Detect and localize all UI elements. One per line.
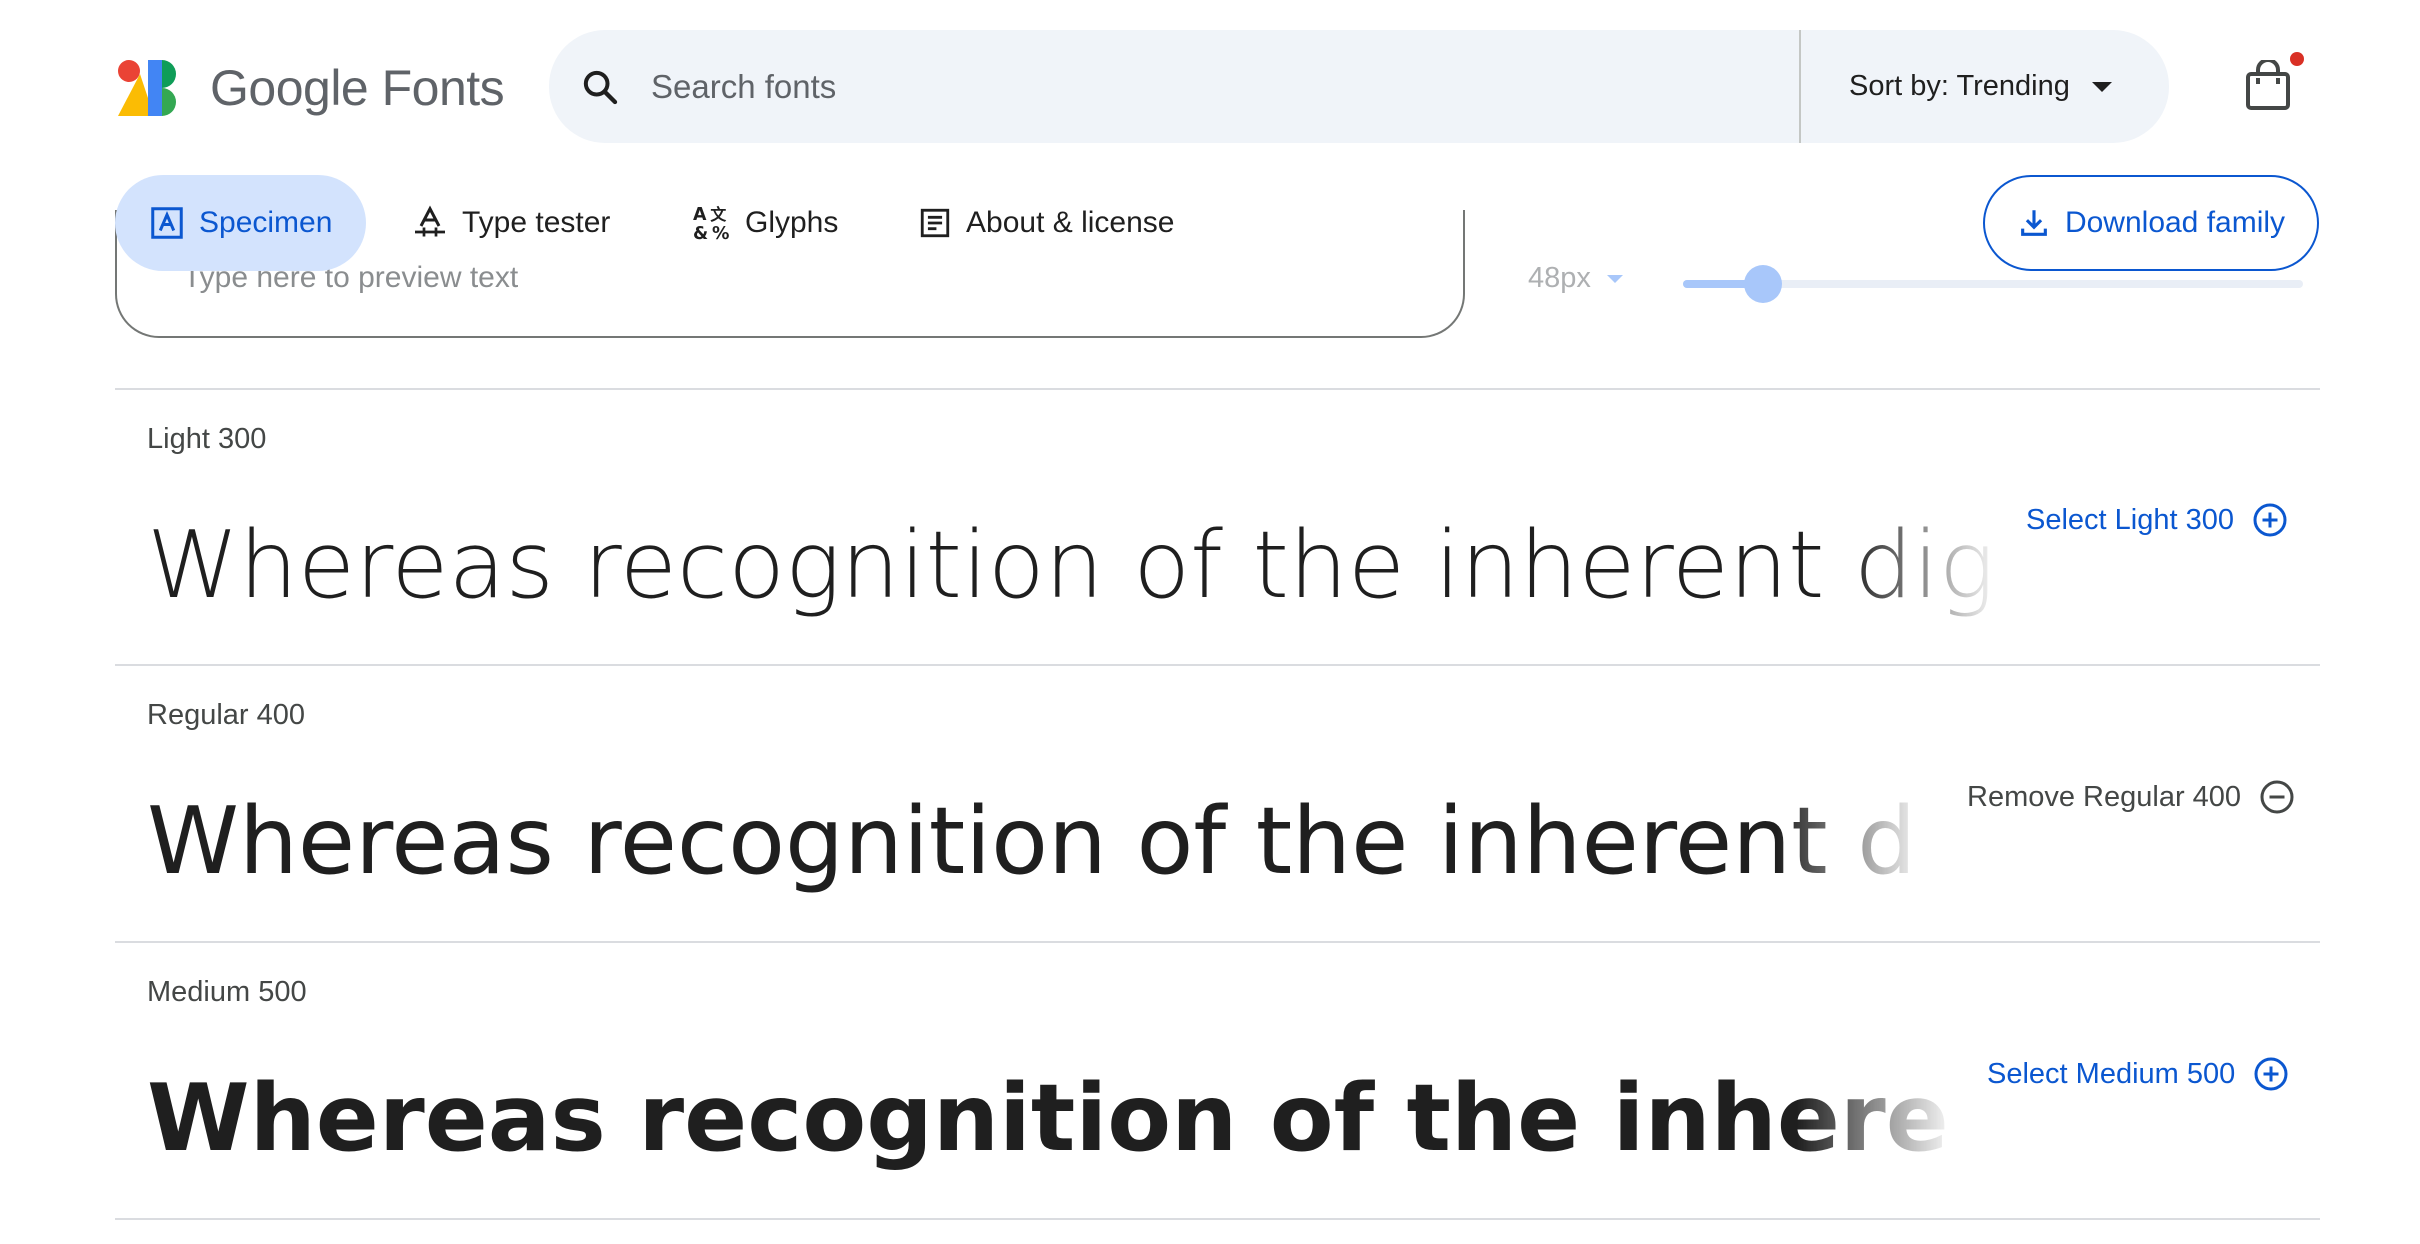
- tab-label: Type tester: [462, 206, 611, 239]
- style-label: Medium 500: [147, 976, 307, 1008]
- font-size-value: 48px: [1528, 262, 1591, 294]
- about-icon: [920, 208, 950, 238]
- action-label: Select Medium 500: [1987, 1057, 2236, 1090]
- sort-dropdown[interactable]: Sort by: Trending: [1849, 30, 2112, 143]
- search-input[interactable]: [649, 66, 1803, 107]
- tab-about-license[interactable]: About & license: [918, 175, 1174, 271]
- select-style-button[interactable]: Select Light 300: [2026, 502, 2288, 538]
- glyphs-icon: A 文&%: [693, 205, 729, 242]
- row-divider: [115, 664, 2320, 666]
- select-style-button[interactable]: Select Medium 500: [1987, 1056, 2289, 1092]
- tab-glyphs[interactable]: A 文 &% Glyphs: [693, 175, 838, 271]
- font-size-slider-thumb[interactable]: [1744, 265, 1782, 303]
- sort-label: Sort by: Trending: [1849, 70, 2070, 102]
- type-tester-icon: [415, 205, 445, 237]
- cart-notification-badge: [2290, 52, 2304, 66]
- download-family-button[interactable]: Download family: [1983, 175, 2319, 271]
- svg-text:A: A: [693, 205, 707, 225]
- search-divider: [1799, 30, 1801, 143]
- style-sample: Whereas recognition of the inherent dig: [147, 500, 2002, 630]
- tab-specimen[interactable]: Specimen: [115, 175, 367, 271]
- download-icon: [2021, 210, 2047, 236]
- add-circle-icon: [2253, 503, 2287, 537]
- caret-down-icon: [1606, 274, 1623, 283]
- action-label: Remove Regular 400: [1967, 780, 2242, 813]
- shopping-bag-icon[interactable]: [2244, 60, 2292, 110]
- row-divider: [115, 388, 2320, 390]
- search-icon[interactable]: [577, 64, 623, 110]
- style-label: Light 300: [147, 423, 267, 455]
- tab-label: Glyphs: [745, 206, 839, 239]
- sample-text: Whereas recognition of the inherent dig: [147, 511, 1995, 619]
- search-bar: Sort by: Trending: [549, 30, 2169, 143]
- caret-down-icon: [2091, 81, 2112, 92]
- svg-text:&: &: [693, 224, 708, 242]
- style-sample: Whereas recognition of the inherent d: [147, 776, 1927, 906]
- row-divider: [115, 1218, 2320, 1220]
- download-label: Download family: [2064, 206, 2286, 239]
- sample-text: Whereas recognition of the inherent di: [147, 1064, 1957, 1172]
- svg-text:文: 文: [710, 205, 726, 224]
- remove-style-button[interactable]: Remove Regular 400: [1967, 779, 2295, 815]
- remove-circle-icon: [2260, 780, 2294, 814]
- svg-text:%: %: [712, 224, 729, 242]
- font-size-select[interactable]: 48px: [1528, 262, 1623, 295]
- style-sample: Whereas recognition of the inherent di: [147, 1053, 1957, 1183]
- action-label: Select Light 300: [2026, 503, 2234, 536]
- tab-label: Specimen: [199, 206, 333, 239]
- tab-type-tester[interactable]: Type tester: [412, 175, 610, 271]
- google-fonts-logo-icon[interactable]: [118, 60, 184, 116]
- style-label: Regular 400: [147, 699, 305, 731]
- logo-wordmark[interactable]: Google Fonts: [210, 56, 505, 120]
- row-divider: [115, 941, 2320, 943]
- add-circle-icon: [2254, 1057, 2288, 1091]
- tab-label: About & license: [966, 206, 1175, 239]
- specimen-icon: [151, 207, 183, 239]
- sample-text: Whereas recognition of the inherent d: [147, 787, 1917, 895]
